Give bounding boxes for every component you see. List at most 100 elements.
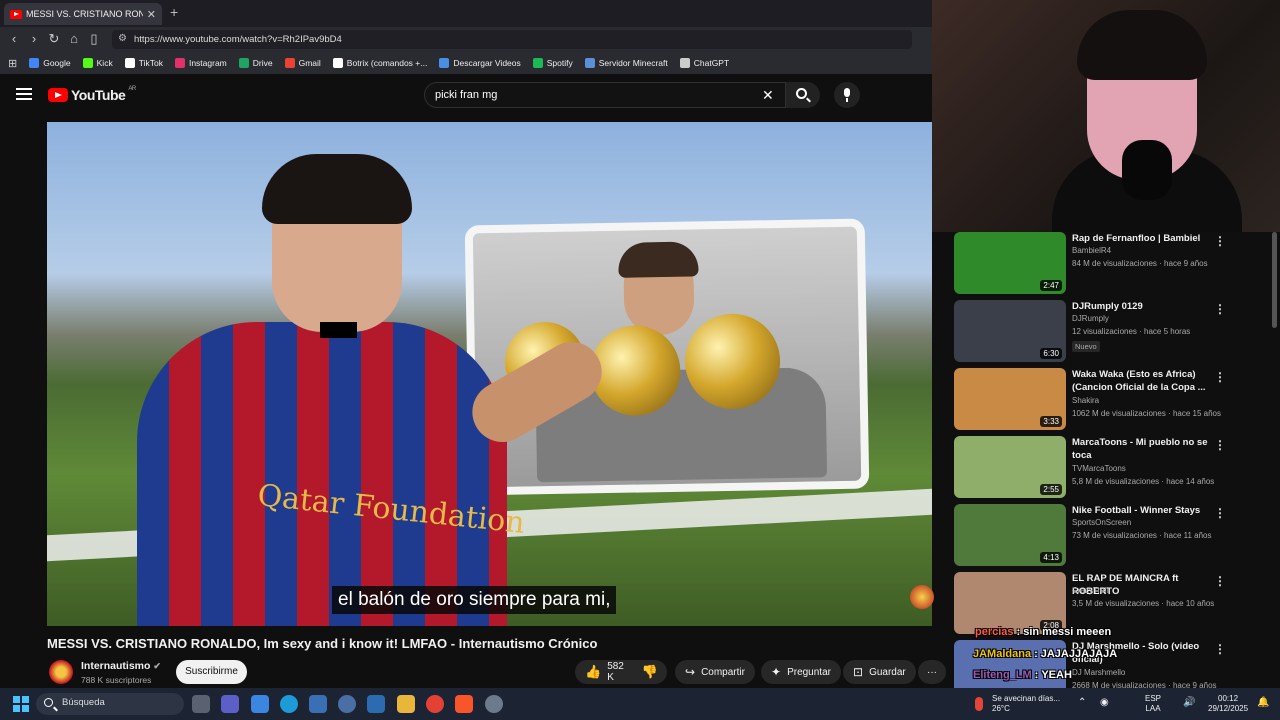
copilot-icon[interactable] <box>251 695 269 713</box>
channel-watermark-icon[interactable] <box>910 585 934 609</box>
teams-icon[interactable] <box>221 695 239 713</box>
chrome-icon[interactable] <box>426 695 444 713</box>
new-tab-button[interactable]: + <box>170 4 178 20</box>
apps-grid-icon[interactable]: ⊞ <box>8 57 17 70</box>
tab-close-icon[interactable]: ✕ <box>147 8 156 21</box>
more-options-icon[interactable]: ⋮ <box>1214 642 1226 656</box>
video-player[interactable]: Qatar Foundation <box>47 122 932 626</box>
recommended-video[interactable]: 2:47 Rap de Fernanfloo | Bambiel BambielR4… <box>950 232 1272 296</box>
more-options-icon[interactable]: ⋮ <box>1214 370 1226 384</box>
sidebar-scrollbar[interactable] <box>1272 232 1277 328</box>
tray-expand-icon[interactable]: ⌃ <box>1078 698 1086 708</box>
bookmark-item[interactable]: ChatGPT <box>679 58 729 68</box>
clear-search-icon[interactable]: ✕ <box>762 87 774 104</box>
more-options-icon[interactable]: ⋮ <box>1214 574 1226 588</box>
recommended-channel[interactable]: Shakira <box>1072 396 1099 405</box>
recommended-channel[interactable]: TVMarcaToons <box>1072 464 1126 473</box>
more-options-icon[interactable]: ⋮ <box>1214 506 1226 520</box>
recommended-channel[interactable]: BambielR4 <box>1072 246 1111 255</box>
video-thumbnail[interactable]: 2:55 <box>954 436 1066 498</box>
video-thumbnail[interactable]: 2:47 <box>954 232 1066 294</box>
edge-icon[interactable] <box>280 695 298 713</box>
video-duration: 6:30 <box>1040 348 1062 359</box>
back-icon[interactable]: ‹ <box>6 31 22 46</box>
recommended-video[interactable]: 3:33 Waka Waka (Esto es Africa) (Cancion … <box>950 368 1272 432</box>
volume-icon[interactable]: 🔊 <box>1183 698 1195 708</box>
recommended-video-title[interactable]: Nike Football - Winner Stays <box>1072 504 1222 517</box>
brave-icon[interactable] <box>455 695 473 713</box>
recommended-video[interactable]: 6:30 DJRumply 0129 DJRumply 12 visualizacio… <box>950 300 1272 364</box>
browser-nav-bar: ‹ › ↻ ⌂ ▯ ⚙ https://www.youtube.com/watc… <box>0 27 932 52</box>
voice-search-icon[interactable] <box>834 82 860 108</box>
forward-icon[interactable]: › <box>26 31 42 46</box>
video-thumbnail[interactable]: 2:08 <box>954 572 1066 634</box>
recommended-video-title[interactable]: DJRumply 0129 <box>1072 300 1222 313</box>
save-button[interactable]: ⊡ Guardar <box>843 660 916 684</box>
video-thumbnail[interactable]: 3:33 <box>954 368 1066 430</box>
site-info-icon[interactable]: ⚙ <box>118 33 127 44</box>
recommended-video[interactable]: 4:13 Nike Football - Winner Stays SportsOn… <box>950 504 1272 568</box>
recommended-video[interactable]: 2:55 MarcaToons - Mi pueblo no se toca TVM… <box>950 436 1272 500</box>
bookmark-favicon-icon <box>439 58 450 68</box>
bookmark-item[interactable]: Kick <box>82 58 113 68</box>
bookmark-item[interactable]: Servidor Minecraft <box>584 58 668 68</box>
reload-icon[interactable]: ↻ <box>46 31 62 47</box>
dislike-icon[interactable]: 👎 <box>642 664 658 680</box>
bookmark-item[interactable]: TikTok <box>124 58 163 68</box>
menu-icon[interactable] <box>16 88 32 100</box>
task-view-icon[interactable] <box>192 695 210 713</box>
bookmark-icon[interactable]: ▯ <box>86 31 102 47</box>
more-options-icon[interactable]: ⋮ <box>1214 438 1226 452</box>
bookmark-item[interactable]: Gmail <box>284 58 321 68</box>
home-icon[interactable]: ⌂ <box>66 31 82 46</box>
store-icon[interactable] <box>309 695 327 713</box>
bookmark-item[interactable]: Drive <box>238 58 273 68</box>
bookmark-item[interactable]: Botrix (comandos +... <box>332 58 427 68</box>
ask-label: Preguntar <box>787 666 831 678</box>
bookmark-item[interactable]: Instagram <box>174 58 227 68</box>
more-options-icon[interactable]: ⋮ <box>1214 302 1226 316</box>
language-indicator[interactable]: ESP LAA <box>1145 694 1161 714</box>
taskbar-search[interactable]: Búsqueda <box>36 693 184 715</box>
channel-avatar[interactable] <box>49 660 73 684</box>
like-count[interactable]: 582 K <box>607 661 624 683</box>
recommended-channel[interactable]: DJRumply <box>1072 314 1109 323</box>
recommended-channel[interactable]: CrazyTroll <box>1072 586 1108 595</box>
webcam-overlay <box>932 0 1280 232</box>
video-thumbnail[interactable]: 6:30 <box>954 300 1066 362</box>
clock[interactable]: 00:12 29/12/2025 <box>1208 694 1248 714</box>
more-actions-button[interactable]: ··· <box>918 660 946 684</box>
settings-icon[interactable] <box>338 695 356 713</box>
like-icon[interactable]: 👍 <box>585 664 601 680</box>
recommended-video-title[interactable]: Rap de Fernanfloo | Bambiel <box>1072 232 1222 245</box>
file-explorer-icon[interactable] <box>397 695 415 713</box>
channel-name[interactable]: Internautismo ✔ <box>81 660 161 672</box>
recommended-video-title[interactable]: MarcaToons - Mi pueblo no se toca <box>1072 436 1222 462</box>
browser-tab[interactable]: MESSI VS. CRISTIANO RONAL ✕ <box>4 3 162 25</box>
weather-widget[interactable]: Se avecinan días... 26°C <box>992 694 1060 714</box>
windows-start-icon[interactable] <box>13 696 29 712</box>
search-button[interactable] <box>786 82 820 108</box>
more-options-icon[interactable]: ⋮ <box>1214 234 1226 248</box>
recommended-video-title[interactable]: Waka Waka (Esto es Africa) (Cancion Ofic… <box>1072 368 1222 394</box>
address-bar[interactable]: ⚙ https://www.youtube.com/watch?v=Rh2IPa… <box>112 30 912 49</box>
recommended-channel[interactable]: SportsOnScreen <box>1072 518 1131 527</box>
video-thumbnail[interactable]: 4:13 <box>954 504 1066 566</box>
app-icon[interactable] <box>367 695 385 713</box>
youtube-logo[interactable]: YouTube AR <box>48 86 136 103</box>
bookmark-label: Servidor Minecraft <box>598 58 668 68</box>
bookmark-item[interactable]: Spotify <box>532 58 573 68</box>
network-icon[interactable]: ◉ <box>1100 698 1109 708</box>
notifications-icon[interactable]: 🔔 <box>1257 698 1269 708</box>
weather-icon[interactable] <box>975 697 983 711</box>
ask-button[interactable]: ✦ Preguntar <box>761 660 841 684</box>
recommended-channel[interactable]: DJ Marshmello <box>1072 668 1125 677</box>
subscribe-button[interactable]: Suscribirme <box>176 660 247 684</box>
obs-icon[interactable] <box>485 695 503 713</box>
bookmark-label: Instagram <box>188 58 227 68</box>
bookmark-item[interactable]: Google <box>29 58 71 68</box>
bookmark-item[interactable]: Descargar Videos <box>439 58 521 68</box>
share-button[interactable]: ↪ Compartir <box>675 660 755 684</box>
search-icon <box>796 88 807 99</box>
search-input[interactable]: picki fran mg <box>424 82 786 108</box>
